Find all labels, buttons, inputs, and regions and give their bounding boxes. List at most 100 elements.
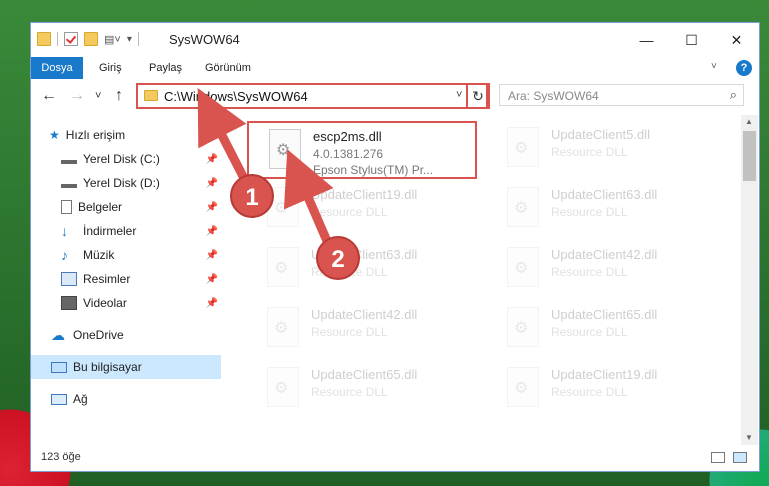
details-view-icon[interactable] xyxy=(711,452,725,463)
cloud-icon: ☁ xyxy=(51,327,65,343)
file-description: Resource DLL xyxy=(551,145,628,159)
file-item[interactable]: UpdateClient65.dll Resource DLL xyxy=(247,361,477,419)
file-item[interactable]: UpdateClient65.dll Resource DLL xyxy=(487,301,717,359)
music-icon: ♪ xyxy=(61,247,68,263)
minimize-button[interactable]: — xyxy=(624,23,669,57)
divider xyxy=(137,32,139,46)
back-button[interactable]: ← xyxy=(41,87,57,105)
tab-home[interactable]: Giriş xyxy=(89,57,132,79)
sidebar-item-label: Resimler xyxy=(83,272,131,286)
file-description: Resource DLL xyxy=(551,325,628,339)
sidebar-item-documents[interactable]: Belgeler 📌 xyxy=(31,195,221,219)
item-count: 123 öğe xyxy=(41,451,81,463)
recent-locations-button[interactable]: ˅ xyxy=(95,90,101,102)
new-folder-icon[interactable] xyxy=(84,32,98,46)
pin-icon[interactable]: 📌 xyxy=(206,298,218,309)
folder-icon xyxy=(37,32,51,46)
file-item[interactable]: UpdateClient19.dll Resource DLL xyxy=(247,181,477,239)
file-item[interactable]: UpdateClient63.dll Resource DLL xyxy=(247,241,477,299)
pin-icon[interactable]: 📌 xyxy=(206,250,218,261)
scroll-down-icon[interactable]: ▼ xyxy=(745,433,753,442)
address-path[interactable]: C:\Windows\SysWOW64 xyxy=(164,89,308,104)
close-button[interactable]: ✕ xyxy=(714,23,759,57)
dll-file-icon xyxy=(267,367,299,407)
file-description: Resource DLL xyxy=(551,265,628,279)
address-dropdown-icon[interactable]: ˅ xyxy=(456,89,462,101)
sidebar-item-pictures[interactable]: Resimler 📌 xyxy=(31,267,221,291)
ribbon-tabs: Dosya Giriş Paylaş Görünüm ˅ ? xyxy=(31,57,759,80)
properties-icon[interactable] xyxy=(64,32,78,46)
file-name: UpdateClient19.dll xyxy=(311,187,418,202)
large-icons-view-icon[interactable] xyxy=(733,452,747,463)
sidebar-item-label: İndirmeler xyxy=(83,224,137,238)
sidebar-item-this-pc[interactable]: Bu bilgisayar xyxy=(31,355,221,379)
file-description: Resource DLL xyxy=(551,205,628,219)
file-name: UpdateClient65.dll xyxy=(551,307,658,322)
status-bar: 123 öğe xyxy=(31,445,759,471)
star-icon: ★ xyxy=(49,128,60,142)
computer-icon xyxy=(51,361,67,373)
file-name: UpdateClient42.dll xyxy=(311,307,418,322)
sidebar-item-disk-c[interactable]: Yerel Disk (C:) 📌 xyxy=(31,147,221,171)
title-bar: ▤˅ ▾ SysWOW64 — ☐ ✕ xyxy=(31,23,759,57)
step-2-badge: 2 xyxy=(316,236,360,280)
sidebar-item-downloads[interactable]: ↓ İndirmeler 📌 xyxy=(31,219,221,243)
qat-dropdown-icon[interactable]: ▾ xyxy=(127,34,132,45)
navigation-bar: ← → ˅ ↑ C:\Windows\SysWOW64 ˅ ↻ Ara: Sys… xyxy=(31,79,759,115)
pin-icon[interactable]: 📌 xyxy=(206,202,218,213)
pin-icon[interactable]: 📌 xyxy=(206,274,218,285)
file-item[interactable]: UpdateClient5.dll Resource DLL xyxy=(487,121,717,179)
tab-view[interactable]: Görünüm xyxy=(195,57,261,79)
sidebar-item-label: Belgeler xyxy=(78,200,123,214)
pin-icon[interactable]: 📌 xyxy=(206,178,218,189)
network-icon xyxy=(51,393,67,405)
sidebar-item-label: Yerel Disk (D:) xyxy=(83,176,160,190)
file-item[interactable]: UpdateClient42.dll Resource DLL xyxy=(487,241,717,299)
dll-file-icon xyxy=(507,127,539,167)
dll-file-icon xyxy=(269,129,301,169)
file-item[interactable]: escp2ms.dll 4.0.1381.276 Epson Stylus(TM… xyxy=(247,121,477,179)
dll-file-icon xyxy=(267,247,299,287)
maximize-button[interactable]: ☐ xyxy=(669,23,714,57)
divider xyxy=(57,32,58,46)
scrollbar-thumb[interactable] xyxy=(743,131,756,181)
sidebar-item-label: Ağ xyxy=(73,392,88,406)
address-bar[interactable]: C:\Windows\SysWOW64 ˅ xyxy=(136,83,488,109)
search-input[interactable]: Ara: SysWOW64 xyxy=(508,89,599,103)
up-button[interactable]: ↑ xyxy=(115,87,123,105)
expand-ribbon-icon[interactable]: ˅ xyxy=(711,61,717,72)
file-item[interactable]: UpdateClient63.dll Resource DLL xyxy=(487,181,717,239)
dll-file-icon xyxy=(267,307,299,347)
documents-icon xyxy=(61,200,72,214)
sidebar-item-network[interactable]: Ağ xyxy=(31,387,221,411)
videos-icon xyxy=(61,296,77,310)
pin-icon[interactable]: 📌 xyxy=(206,226,218,237)
search-box[interactable]: Ara: SysWOW64 ⌕ xyxy=(499,84,744,106)
help-icon[interactable]: ? xyxy=(736,60,752,76)
refresh-button[interactable]: ↻ xyxy=(466,83,490,109)
file-name: UpdateClient63.dll xyxy=(551,187,658,202)
forward-button[interactable]: → xyxy=(69,87,85,105)
tab-share[interactable]: Paylaş xyxy=(139,57,192,79)
file-item[interactable]: UpdateClient19.dll Resource DLL xyxy=(487,361,717,419)
sidebar-item-disk-d[interactable]: Yerel Disk (D:) 📌 xyxy=(31,171,221,195)
dll-file-icon xyxy=(507,307,539,347)
customize-qat-icon[interactable]: ▤˅ xyxy=(104,33,121,46)
drive-icon xyxy=(61,178,77,188)
sidebar-item-onedrive[interactable]: ☁ OneDrive xyxy=(31,323,221,347)
sidebar-item-label: Videolar xyxy=(83,296,127,310)
dll-file-icon xyxy=(507,187,539,227)
tab-file[interactable]: Dosya xyxy=(31,57,83,79)
search-icon[interactable]: ⌕ xyxy=(730,87,737,103)
sidebar-item-music[interactable]: ♪ Müzik 📌 xyxy=(31,243,221,267)
sidebar-item-videos[interactable]: Videolar 📌 xyxy=(31,291,221,315)
vertical-scrollbar[interactable]: ▲ ▼ xyxy=(741,115,758,445)
pin-icon[interactable]: 📌 xyxy=(206,154,218,165)
sidebar-item-quick-access[interactable]: ★ Hızlı erişim xyxy=(31,123,221,147)
explorer-window: ▤˅ ▾ SysWOW64 — ☐ ✕ Dosya Giriş Paylaş G… xyxy=(30,22,760,472)
file-item[interactable]: UpdateClient42.dll Resource DLL xyxy=(247,301,477,359)
sidebar-item-label: Hızlı erişim xyxy=(65,128,126,142)
folder-icon xyxy=(144,90,158,101)
scroll-up-icon[interactable]: ▲ xyxy=(745,117,753,126)
sidebar-item-label: Yerel Disk (C:) xyxy=(83,152,160,166)
